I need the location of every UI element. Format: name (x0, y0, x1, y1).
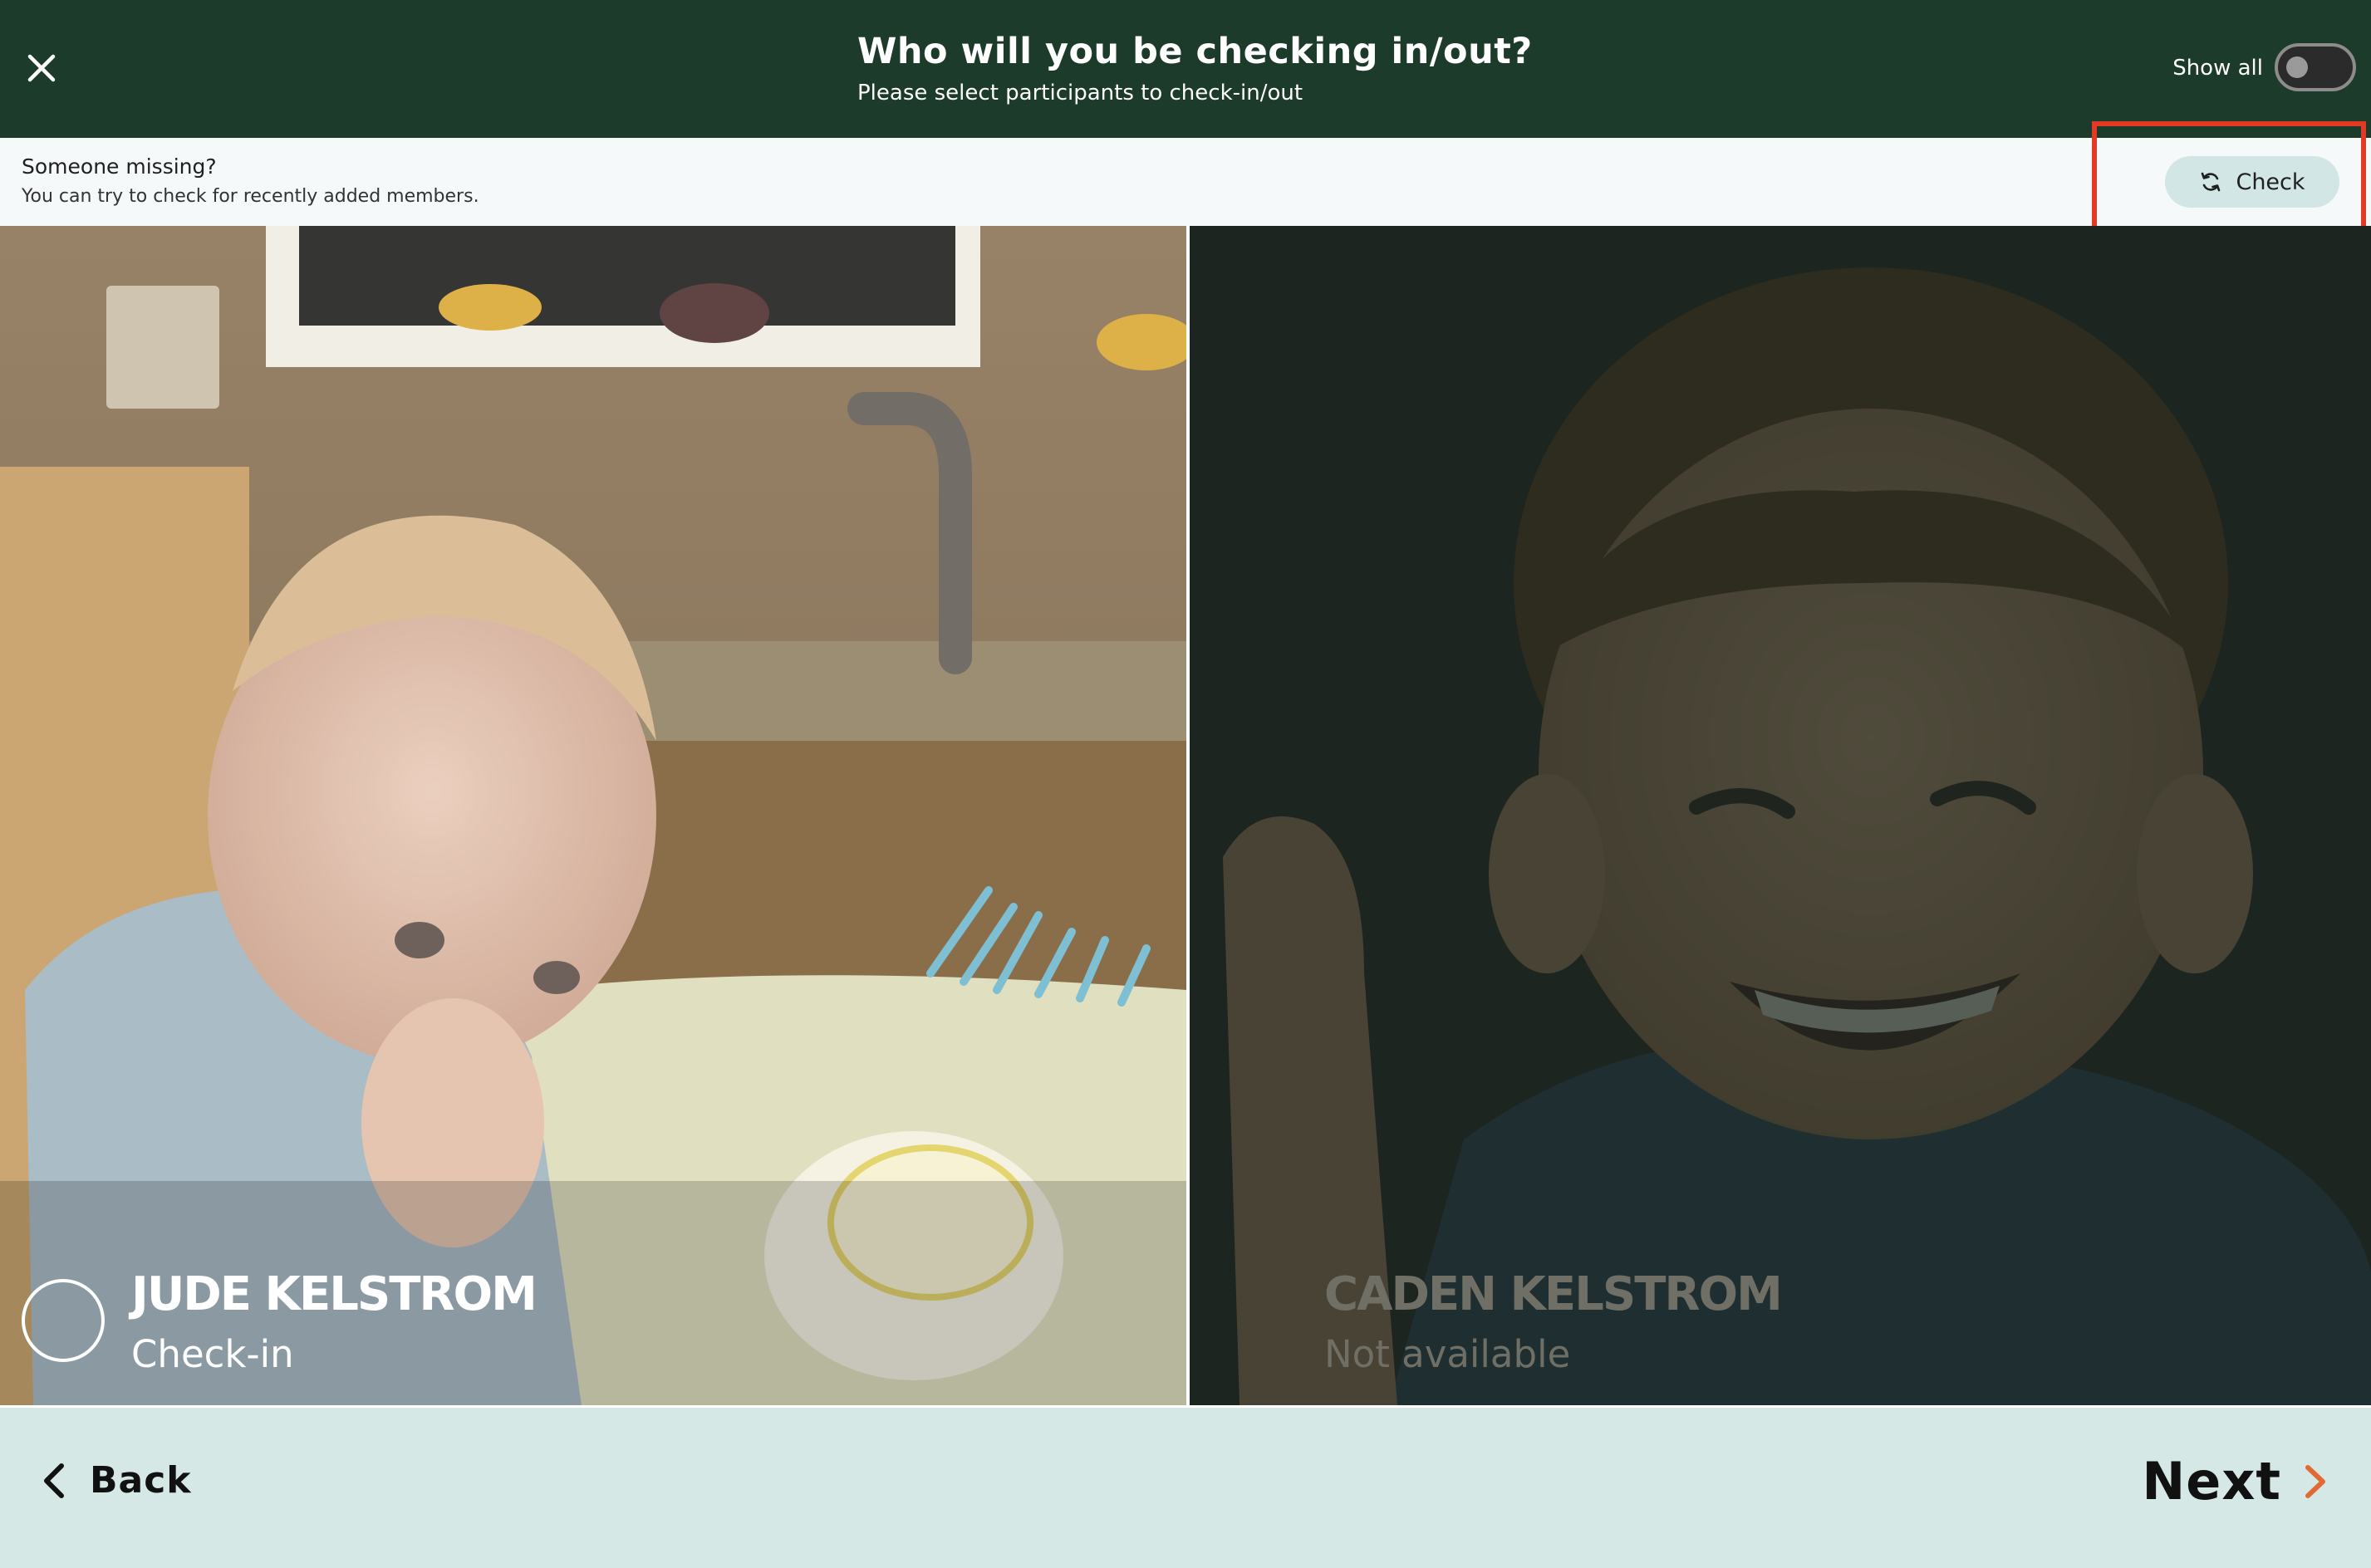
missing-member-banner: Someone missing? You can try to check fo… (0, 138, 2371, 226)
participant-status: Check-in (131, 1332, 294, 1376)
top-bar: Who will you be checking in/out? Please … (0, 0, 2371, 138)
next-label: Next (2142, 1451, 2281, 1512)
page-subtitle: Please select participants to check-in/o… (857, 81, 1303, 105)
chevron-right-icon (2305, 1464, 2325, 1498)
back-button[interactable]: Back (40, 1459, 192, 1502)
participant-card-jude[interactable]: JUDE KELSTROM Check-in (0, 226, 1186, 1405)
close-icon (27, 54, 56, 82)
back-label: Back (90, 1459, 192, 1502)
chevron-left-icon (44, 1463, 64, 1498)
participant-status: Not available (1324, 1332, 1571, 1376)
page-title: Who will you be checking in/out? (857, 31, 1533, 72)
close-button[interactable] (23, 50, 60, 86)
participant-card-caden: CADEN KELSTROM Not available (1190, 226, 2371, 1405)
bottom-nav: Back Next (0, 1405, 2371, 1568)
participant-name: JUDE KELSTROM (131, 1267, 538, 1321)
show-all-toggle[interactable] (2275, 43, 2356, 91)
header-titles: Who will you be checking in/out? Please … (857, 28, 1533, 108)
banner-title: Someone missing? (22, 154, 217, 179)
banner-subtitle: You can try to check for recently added … (22, 186, 479, 207)
check-button-label: Check (2236, 169, 2305, 195)
participant-photo (0, 226, 1186, 1405)
check-button[interactable]: Check (2165, 156, 2339, 208)
select-radio[interactable] (22, 1279, 105, 1362)
next-button[interactable]: Next (2142, 1451, 2329, 1512)
show-all-label: Show all (2172, 56, 2263, 81)
refresh-icon (2202, 172, 2221, 192)
participant-photo (1190, 226, 2371, 1405)
toggle-knob (2286, 56, 2308, 78)
participant-name: CADEN KELSTROM (1324, 1267, 1783, 1321)
